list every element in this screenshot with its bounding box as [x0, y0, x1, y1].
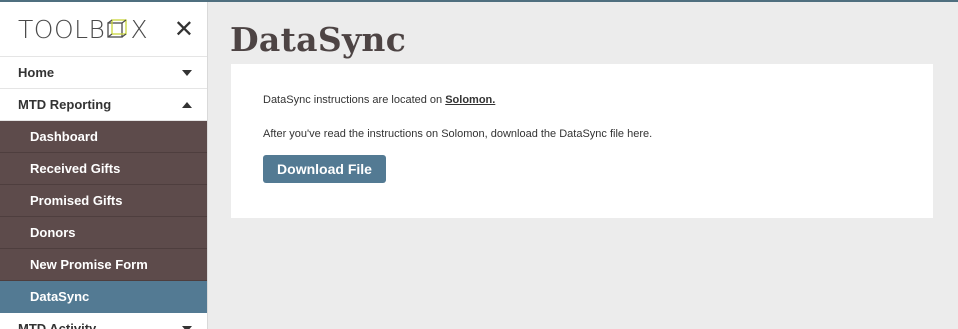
sidebar-section-mtd-reporting[interactable]: MTD Reporting	[0, 89, 207, 121]
sidebar-item-label: New Promise Form	[30, 257, 148, 272]
sidebar-header: TOOLB X ✕	[0, 2, 207, 57]
sidebar-section-label: MTD Activity	[18, 321, 97, 329]
chevron-down-icon	[182, 69, 192, 76]
toolbox-logo[interactable]: TOOLB X	[18, 15, 148, 44]
sidebar: TOOLB X ✕ Home MTD Reporting Dashboard R…	[0, 2, 208, 329]
sidebar-item-label: DataSync	[30, 289, 90, 304]
sidebar-item-datasync[interactable]: DataSync	[0, 281, 207, 313]
logo-text-right: X	[130, 14, 149, 44]
main-content: DataSync DataSync instructions are locat…	[208, 2, 958, 329]
sidebar-item-label: Promised Gifts	[30, 193, 123, 208]
logo-text-left: TOOLB	[18, 14, 106, 44]
sidebar-section-label: MTD Reporting	[18, 97, 112, 112]
instructions-prefix: DataSync instructions are located on	[263, 94, 446, 106]
download-instructions-text: After you've read the instructions on So…	[263, 128, 653, 140]
cube-icon	[106, 18, 128, 40]
page-title: DataSync	[230, 20, 407, 59]
chevron-down-icon	[182, 325, 192, 329]
sidebar-section-mtd-activity[interactable]: MTD Activity	[0, 313, 207, 329]
sidebar-item-label: Received Gifts	[30, 161, 121, 176]
solomon-link[interactable]: Solomon.	[445, 94, 495, 106]
sidebar-item-received-gifts[interactable]: Received Gifts	[0, 153, 207, 185]
chevron-up-icon	[182, 101, 192, 108]
close-icon[interactable]: ✕	[174, 17, 194, 41]
download-file-button[interactable]: Download File	[263, 155, 386, 183]
sidebar-item-label: Donors	[30, 225, 76, 240]
sidebar-item-new-promise-form[interactable]: New Promise Form	[0, 249, 207, 281]
sidebar-item-label: Dashboard	[30, 129, 98, 144]
sidebar-item-donors[interactable]: Donors	[0, 217, 207, 249]
sidebar-section-home[interactable]: Home	[0, 57, 207, 89]
sidebar-item-promised-gifts[interactable]: Promised Gifts	[0, 185, 207, 217]
sidebar-item-dashboard[interactable]: Dashboard	[0, 121, 207, 153]
instructions-text: DataSync instructions are located on Sol…	[263, 94, 495, 106]
content-card: DataSync instructions are located on Sol…	[231, 64, 933, 218]
sidebar-section-label: Home	[18, 65, 55, 80]
